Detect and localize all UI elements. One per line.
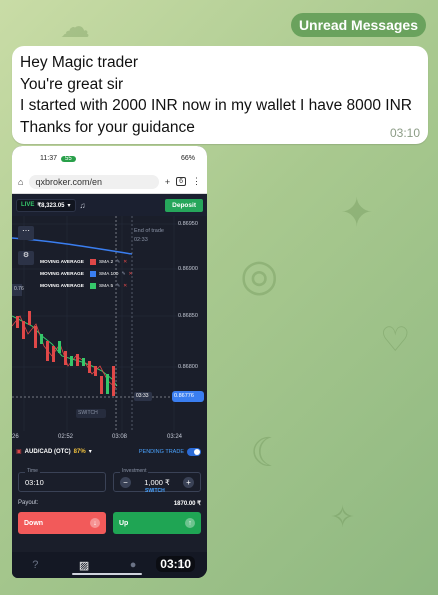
asset-pair: ▣ AUD/CAD (OTC) 87% ▾ — [16, 448, 92, 456]
down-label: Down — [24, 519, 44, 527]
end-of-trade-time: 02:33 — [134, 237, 148, 243]
balance-selector: LIVE ₹8,323.05 ▾ — [16, 198, 76, 212]
current-price-tag: 0.86776 — [174, 393, 194, 399]
arrow-down-icon: ↓ — [90, 518, 100, 528]
payout-label: Payout: — [18, 500, 39, 506]
pending-toggle — [187, 448, 201, 456]
time-tick: 03:08 — [112, 434, 128, 440]
investment-label: Investment — [120, 468, 149, 474]
message-line: Hey Magic trader — [20, 54, 139, 71]
indicator-row: MOVING AVERAGE SMA 5 ✎ ✕ — [40, 280, 133, 292]
down-button: Down ↓ — [18, 512, 106, 534]
close-icon: ✕ — [123, 259, 128, 265]
pending-label: PENDING TRADE — [138, 449, 184, 455]
deposit-button: Deposit — [165, 198, 203, 212]
switch-label: SWITCH — [145, 488, 165, 494]
home-icon: ⌂ — [18, 176, 24, 187]
indicator-row: MOVING AVERAGE SMA 100 ✎ ✕ — [40, 268, 133, 280]
chart-canvas — [12, 216, 207, 446]
doodle-star-icon: ✦ — [340, 190, 374, 236]
pair-name: AUD/CAD (OTC) — [24, 448, 71, 455]
tab-count: 6 — [176, 177, 186, 186]
time-tick: 26 — [12, 434, 19, 440]
profile-icon: ● — [129, 559, 137, 571]
arrow-up-icon: ↑ — [185, 518, 195, 528]
indicator-name: MOVING AVERAGE — [40, 259, 84, 265]
unread-messages-badge: Unread Messages — [290, 13, 426, 37]
overlay-time: 03:10 — [156, 556, 195, 572]
end-of-trade-label: End of trade — [134, 228, 164, 234]
attached-screenshot[interactable]: 11:37 55 66% ⌂ qxbroker.com/en + 6 ⋮ LIVE… — [12, 146, 207, 578]
time-tick: 02:52 — [58, 434, 74, 440]
message-line: You're great sir — [20, 75, 124, 93]
indicator-row: MOVING AVERAGE SMA 2 ✎ ✕ — [40, 256, 133, 268]
indicator-value: SMA 2 — [98, 259, 114, 265]
message-line: Thanks for your guidance — [20, 118, 195, 136]
edit-icon: ✎ — [116, 259, 121, 265]
chart-icon: ▨ — [78, 559, 90, 572]
time-field: Time 03:10 — [18, 468, 106, 492]
chevron-down-icon: ▾ — [88, 449, 92, 455]
menu-icon: ⋮ — [192, 176, 201, 186]
phone-status-bar: 11:37 55 66% — [12, 146, 207, 170]
close-icon: ✕ — [128, 271, 133, 277]
live-label: LIVE — [21, 202, 35, 208]
doodle-moon-icon: ☾ — [250, 430, 286, 476]
chevron-down-icon: ▾ — [67, 202, 71, 209]
time-field-value: 03:10 — [25, 477, 44, 487]
indicator-color — [89, 259, 96, 265]
indicator-color — [89, 283, 96, 289]
time-tick: 03:24 — [167, 434, 183, 440]
indicator-icon: ⚙ — [18, 251, 34, 265]
minus-icon: − — [120, 476, 131, 488]
indicator-value: SMA 5 — [98, 283, 114, 289]
message-line: I started with 2000 INR now in my wallet… — [20, 97, 412, 114]
bell-icon: ♫ — [79, 200, 86, 210]
status-pill: 55 — [61, 155, 76, 162]
balance-value: ₹8,323.05 — [37, 202, 65, 209]
pending-trade: PENDING TRADE — [139, 448, 201, 456]
plus-icon: + — [183, 476, 194, 488]
doodle-cloud-icon: ☁ — [60, 10, 90, 45]
indicator-name: MOVING AVERAGE — [40, 283, 84, 289]
battery-level: 66% — [180, 154, 195, 162]
status-time: 11:37 — [40, 154, 57, 162]
trading-top-bar: LIVE ₹8,323.05 ▾ ♫ Deposit — [12, 194, 207, 216]
side-label: 0.76 — [14, 286, 24, 292]
pair-percent: 87% — [73, 448, 86, 455]
payout-value: 1870.00 ₹ — [173, 501, 201, 507]
url-field: qxbroker.com/en — [29, 174, 159, 189]
time-field-label: Time — [25, 468, 40, 474]
up-label: Up — [119, 519, 129, 527]
close-icon: ✕ — [123, 283, 128, 289]
indicator-value: SMA 100 — [98, 271, 119, 277]
new-tab-icon: + — [164, 176, 171, 187]
payout-row: Payout: 1870.00 ₹ — [18, 500, 201, 507]
indicator-color — [89, 271, 96, 277]
price-tick: 0.86850 — [178, 313, 198, 319]
time-marker: 03:33 — [136, 393, 149, 399]
edit-icon: ✎ — [121, 271, 126, 277]
price-tick: 0.86900 — [178, 266, 198, 272]
message-bubble[interactable]: Hey Magic trader You're great sir I star… — [12, 46, 428, 144]
price-tick: 0.86950 — [178, 221, 198, 227]
help-icon: ? — [32, 559, 39, 571]
message-time: 03:10 — [389, 126, 420, 140]
doodle-sparkle-icon: ✧ — [330, 500, 356, 535]
more-icon: ⋯ — [18, 226, 34, 240]
switch-tag: SWITCH — [78, 410, 98, 416]
flag-icon: ▣ — [16, 449, 22, 455]
indicator-name: MOVING AVERAGE — [40, 271, 84, 277]
price-tick: 0.86800 — [178, 364, 198, 370]
indicator-list: MOVING AVERAGE SMA 2 ✎ ✕ MOVING AVERAGE … — [40, 256, 133, 292]
browser-url-bar: ⌂ qxbroker.com/en + 6 ⋮ — [12, 170, 207, 194]
investment-value: 1,000 ₹ — [144, 477, 170, 487]
doodle-heart-icon: ♡ — [380, 320, 411, 360]
up-button: Up ↑ — [113, 512, 201, 534]
edit-icon: ✎ — [116, 283, 121, 289]
doodle-planet-icon: ◎ — [240, 250, 279, 301]
home-indicator — [72, 573, 142, 575]
